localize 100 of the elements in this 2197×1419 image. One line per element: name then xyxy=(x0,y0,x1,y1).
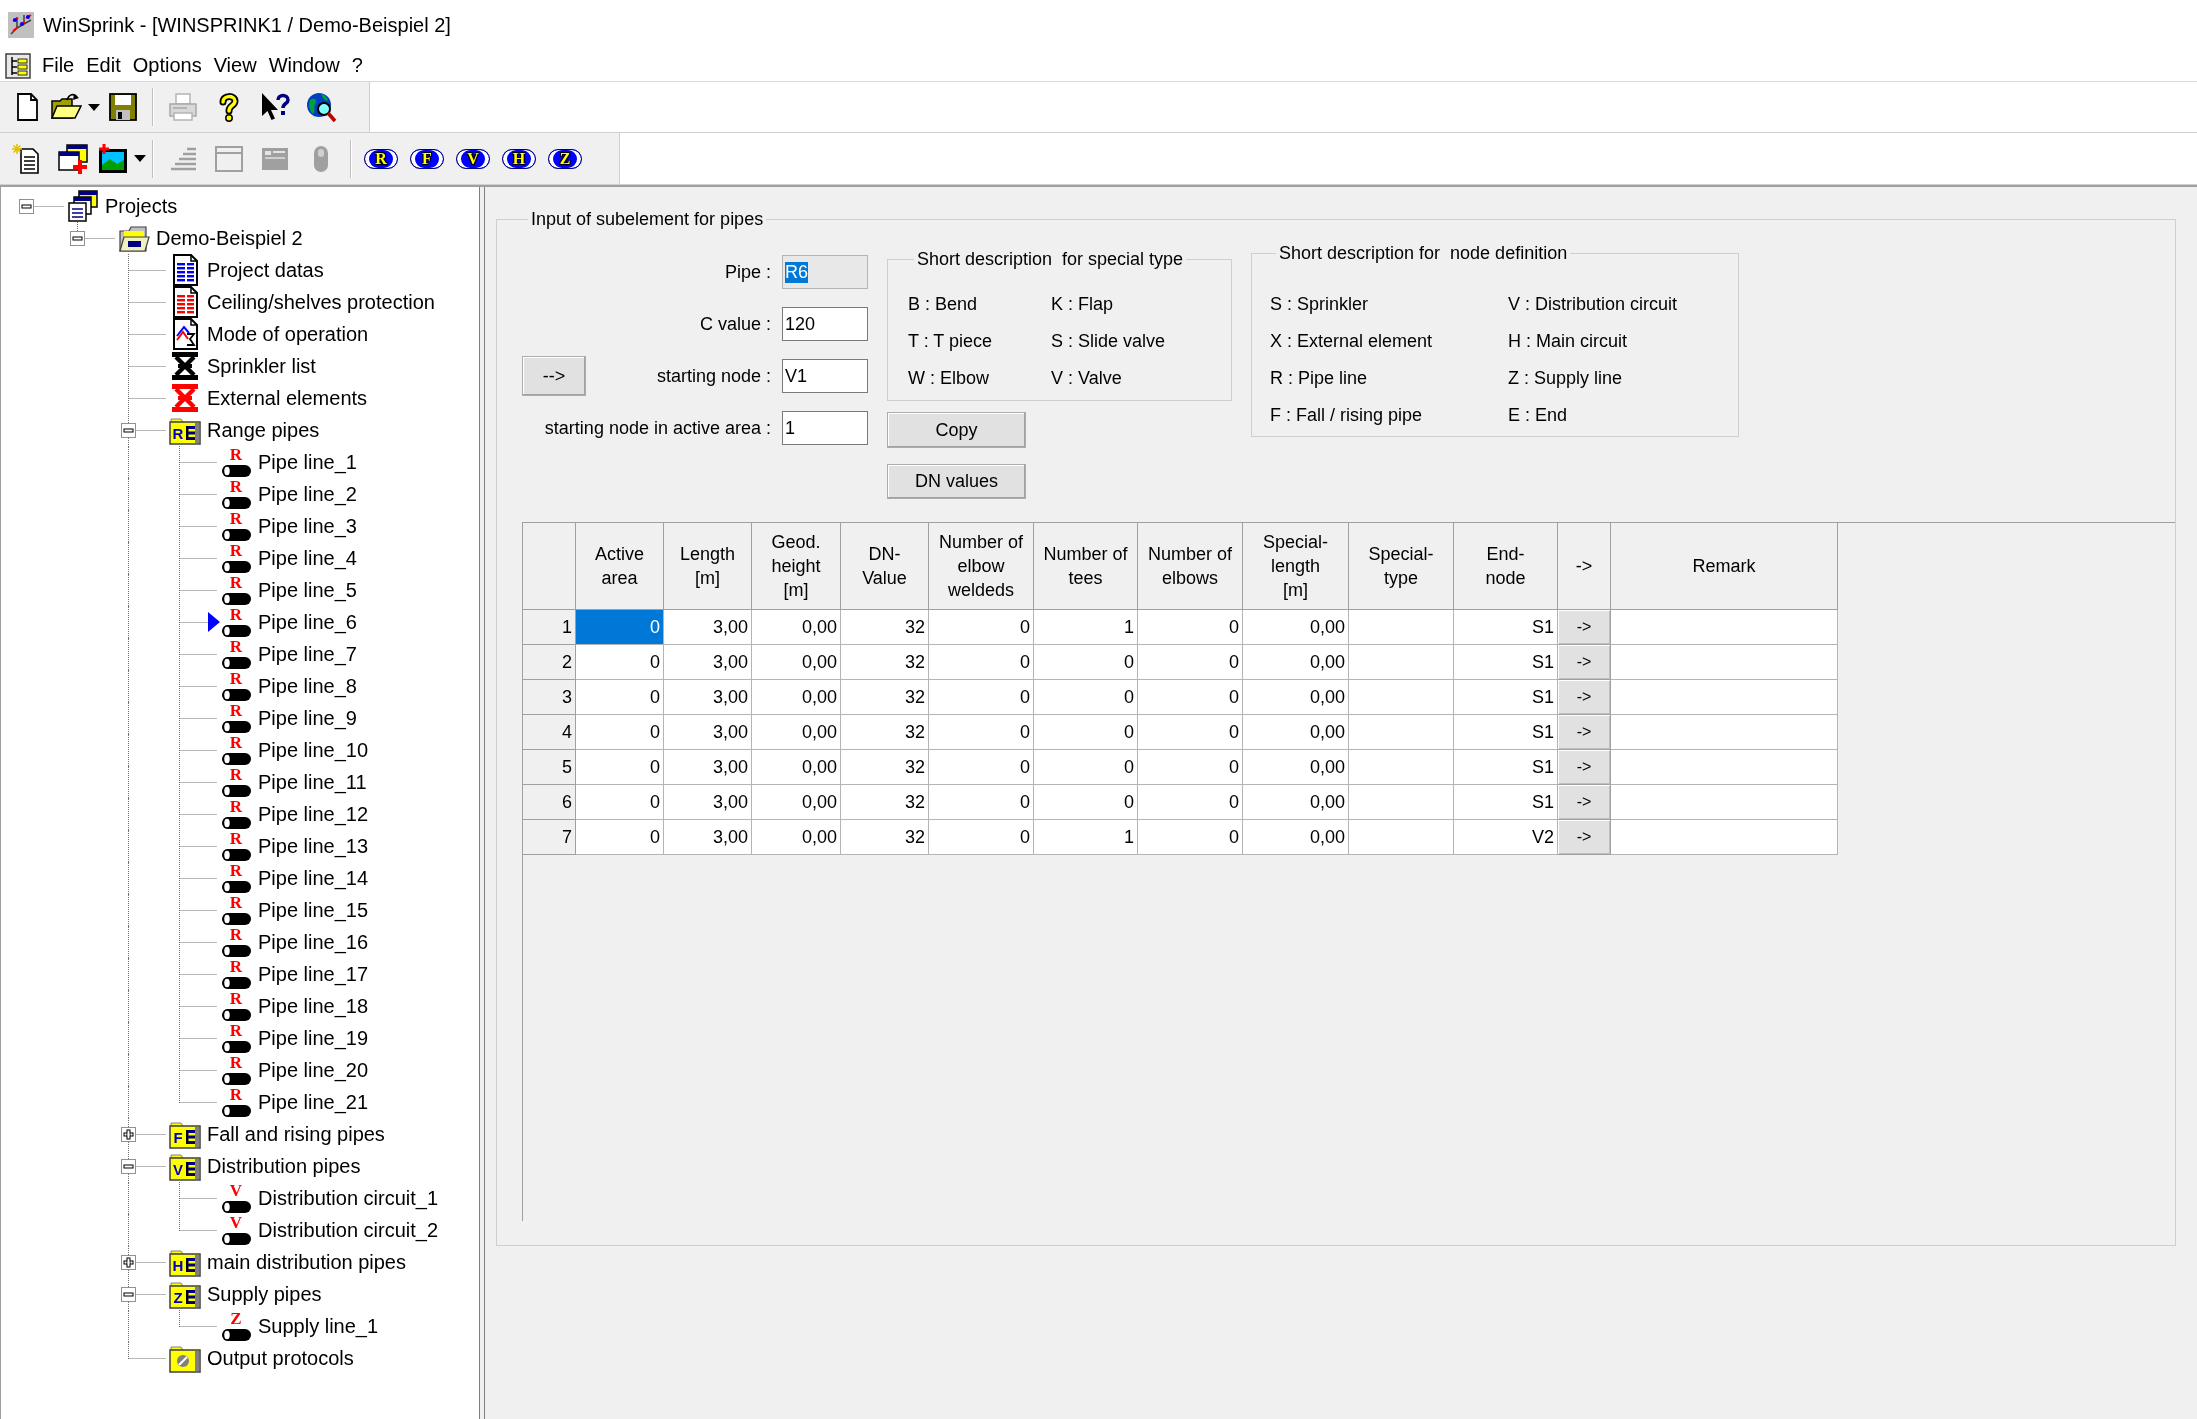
globe-magnifier-icon[interactable] xyxy=(305,91,337,123)
table-cell[interactable]: 0 xyxy=(929,645,1034,680)
table-cell[interactable] xyxy=(1349,715,1454,750)
windows-plus-icon[interactable] xyxy=(57,142,89,175)
table-cell[interactable] xyxy=(1349,820,1454,855)
table-cell[interactable]: 32 xyxy=(841,820,929,855)
table-cell[interactable]: 0,00 xyxy=(752,680,841,715)
row-button[interactable]: -> xyxy=(1558,645,1611,680)
table-cell[interactable]: 0 xyxy=(576,610,664,645)
table-cell[interactable] xyxy=(1349,785,1454,820)
table-cell[interactable] xyxy=(1611,610,1838,645)
menu-item[interactable]: Options xyxy=(126,54,208,77)
toolbar-button[interactable]: Z xyxy=(548,148,582,169)
pointer-question-icon[interactable] xyxy=(259,91,291,123)
caret-icon[interactable] xyxy=(134,155,146,162)
table-cell[interactable]: S1 xyxy=(1454,785,1558,820)
tree-item[interactable]: Supply pipes xyxy=(207,1282,322,1306)
column-header[interactable]: Number of elbow weldeds xyxy=(929,523,1034,610)
table-cell[interactable]: 3,00 xyxy=(664,820,752,855)
tree-item[interactable]: Pipe line_13 xyxy=(258,834,369,858)
table-cell[interactable]: 0 xyxy=(1138,715,1243,750)
table-cell[interactable]: 0 xyxy=(1138,645,1243,680)
table-cell[interactable]: 0 xyxy=(929,785,1034,820)
tree-item[interactable]: Sprinkler list xyxy=(207,354,316,378)
menu-item[interactable]: File xyxy=(36,54,81,77)
table-cell[interactable]: 0 xyxy=(1034,785,1138,820)
table-cell[interactable]: 0 xyxy=(576,750,664,785)
tree-item[interactable]: Pipe line_19 xyxy=(258,1026,369,1050)
tree-item[interactable]: Project datas xyxy=(207,258,324,282)
tree-item[interactable]: Pipe line_9 xyxy=(258,706,357,730)
table-cell[interactable]: 0 xyxy=(1138,820,1243,855)
table-cell[interactable]: 0 xyxy=(576,785,664,820)
column-header[interactable]: DN- Value xyxy=(841,523,929,610)
table-cell[interactable] xyxy=(1349,610,1454,645)
tree-item[interactable]: Pipe line_11 xyxy=(258,770,367,794)
table-cell[interactable]: 0 xyxy=(576,820,664,855)
table-cell[interactable]: 0,00 xyxy=(1243,645,1349,680)
column-header[interactable]: Number of tees xyxy=(1034,523,1138,610)
tree-item[interactable]: Pipe line_8 xyxy=(258,674,357,698)
table-cell[interactable]: 0,00 xyxy=(752,645,841,680)
tree-item[interactable]: Pipe line_1 xyxy=(258,450,357,474)
table-cell[interactable]: 0 xyxy=(1138,750,1243,785)
row-button[interactable]: -> xyxy=(1558,820,1611,855)
table-cell[interactable]: 0,00 xyxy=(752,750,841,785)
table-cell[interactable]: 3,00 xyxy=(664,750,752,785)
table-cell[interactable]: 0,00 xyxy=(1243,750,1349,785)
tree-item[interactable]: Demo-Beispiel 2 xyxy=(156,226,303,250)
menu-item[interactable]: ? xyxy=(345,54,369,77)
tree-item[interactable]: Pipe line_4 xyxy=(258,546,357,570)
table-cell[interactable]: 32 xyxy=(841,785,929,820)
column-header[interactable]: Number of elbows xyxy=(1138,523,1243,610)
tree-item[interactable]: Pipe line_17 xyxy=(258,962,369,986)
column-header[interactable]: -> xyxy=(1558,523,1611,610)
collapse-icon[interactable] xyxy=(70,231,85,246)
table-cell[interactable]: 0,00 xyxy=(1243,610,1349,645)
table-cell[interactable]: S1 xyxy=(1454,715,1558,750)
table-cell[interactable]: 0 xyxy=(576,715,664,750)
row-header[interactable]: 1 xyxy=(523,610,576,645)
tree-item[interactable]: Pipe line_20 xyxy=(258,1058,369,1082)
expand-icon[interactable] xyxy=(121,1127,136,1142)
table-cell[interactable]: 32 xyxy=(841,750,929,785)
collapse-icon[interactable] xyxy=(121,1159,136,1174)
table-cell[interactable]: 32 xyxy=(841,680,929,715)
tree-item[interactable]: Supply line_1 xyxy=(258,1314,379,1338)
column-header[interactable]: Active area xyxy=(576,523,664,610)
table-cell[interactable]: 3,00 xyxy=(664,715,752,750)
table-cell[interactable]: 32 xyxy=(841,610,929,645)
toolbar-button[interactable]: H xyxy=(502,148,536,169)
caret-icon[interactable] xyxy=(88,103,100,111)
tree-item[interactable]: Pipe line_3 xyxy=(258,514,357,538)
table-cell[interactable]: 0 xyxy=(929,750,1034,785)
table-cell[interactable]: 3,00 xyxy=(664,785,752,820)
tree-item[interactable]: Pipe line_16 xyxy=(258,930,369,954)
menu-item[interactable]: Edit xyxy=(80,54,127,77)
table-cell[interactable]: 0,00 xyxy=(752,610,841,645)
column-header[interactable]: Geod. height [m] xyxy=(752,523,841,610)
input-field[interactable]: V1 xyxy=(782,359,868,393)
table-cell[interactable]: 0 xyxy=(576,680,664,715)
table-cell[interactable]: 0,00 xyxy=(1243,680,1349,715)
toolbar-button[interactable]: V xyxy=(456,148,490,169)
table-cell[interactable]: 0 xyxy=(1034,645,1138,680)
table-cell[interactable] xyxy=(1349,750,1454,785)
table-cell[interactable]: S1 xyxy=(1454,680,1558,715)
tree-item[interactable]: Fall and rising pipes xyxy=(207,1122,385,1146)
table-cell[interactable]: 0 xyxy=(576,645,664,680)
column-header[interactable]: End- node xyxy=(1454,523,1558,610)
column-header[interactable]: Length [m] xyxy=(664,523,752,610)
table-cell[interactable] xyxy=(1349,645,1454,680)
table-cell[interactable]: 0,00 xyxy=(752,715,841,750)
table-cell[interactable]: 0,00 xyxy=(752,785,841,820)
table-cell[interactable]: 0,00 xyxy=(1243,820,1349,855)
row-header[interactable]: 2 xyxy=(523,645,576,680)
table-cell[interactable]: 0,00 xyxy=(1243,785,1349,820)
row-button[interactable]: -> xyxy=(1558,785,1611,820)
tree-item[interactable]: Pipe line_5 xyxy=(258,578,357,602)
table-cell[interactable]: 0 xyxy=(1138,610,1243,645)
input-field[interactable]: 1 xyxy=(782,411,868,445)
row-header[interactable]: 3 xyxy=(523,680,576,715)
push-button[interactable]: DN values xyxy=(887,464,1026,499)
table-cell[interactable] xyxy=(1611,680,1838,715)
